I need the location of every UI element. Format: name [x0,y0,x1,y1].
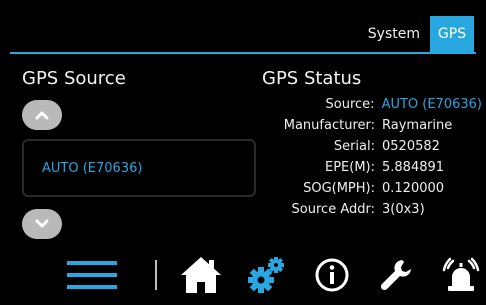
status-row-source-addr: Source Addr: 3(0x3) [262,199,482,220]
gps-source-title: GPS Source [22,68,126,89]
home-button[interactable] [176,250,226,300]
status-row-serial: Serial: 0520582 [262,136,482,157]
bottom-nav-bar [0,250,486,300]
tab-gps[interactable]: GPS [430,16,474,52]
nav-divider [155,260,157,290]
status-label: Source: [325,97,375,112]
scroll-up-button[interactable] [22,100,62,130]
wrench-icon [380,260,411,291]
menu-icon [67,261,117,289]
settings-button[interactable] [244,250,288,300]
info-icon [315,258,349,292]
status-label: SOG(MPH): [303,181,375,196]
status-value: AUTO (E70636) [381,97,482,112]
settings-icon [248,257,284,293]
gps-status-panel: Source: AUTO (E70636) Manufacturer: Raym… [262,94,482,220]
info-button[interactable] [312,250,352,300]
status-value: Raymarine [382,118,453,133]
home-icon [181,257,221,293]
status-value: 0.120000 [382,181,445,196]
header-divider [10,52,476,54]
status-row-manufacturer: Manufacturer: Raymarine [262,115,482,136]
status-label: Serial: [333,139,375,154]
menu-button[interactable] [58,250,126,300]
status-value: 5.884891 [382,160,445,175]
alarm-button[interactable] [440,250,482,300]
status-row-sog: SOG(MPH): 0.120000 [262,178,482,199]
scroll-down-button[interactable] [22,209,62,239]
gps-source-value: AUTO (E70636) [42,160,143,176]
status-row-epe: EPE(M): 5.884891 [262,157,482,178]
tab-system[interactable]: System [358,16,430,52]
status-label: Manufacturer: [283,118,375,133]
tab-bar: System GPS [358,16,474,52]
chevron-down-icon [35,219,49,228]
status-value: 3(0x3) [382,202,425,217]
gps-settings-screen: System GPS GPS Source AUTO (E70636) GPS … [0,0,486,305]
status-row-source: Source: AUTO (E70636) [262,94,482,115]
status-value: 0520582 [382,139,440,154]
tools-button[interactable] [376,250,416,300]
gps-status-title: GPS Status [262,68,362,89]
status-label: EPE(M): [324,160,375,175]
alarm-icon [442,257,480,291]
status-label: Source Addr: [291,202,375,217]
chevron-up-icon [35,111,49,120]
gps-source-selector[interactable]: AUTO (E70636) [22,139,256,197]
